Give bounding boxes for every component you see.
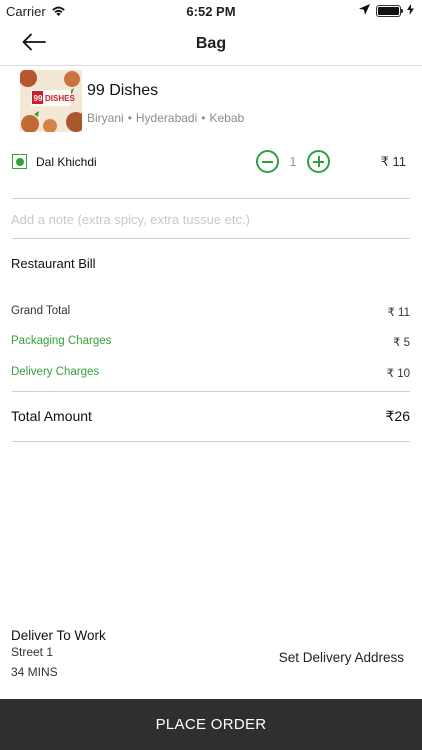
item-name: Dal Khichdi — [36, 155, 97, 169]
increase-quantity-button[interactable] — [307, 150, 330, 173]
divider — [12, 441, 410, 442]
svg-text:DISHES: DISHES — [45, 94, 75, 103]
svg-text:99: 99 — [34, 94, 43, 103]
restaurant-header: 99 DISHES 99 Dishes Biryani • Hyderabadi… — [20, 70, 410, 132]
restaurant-name: 99 Dishes — [87, 82, 159, 99]
total-amount-value: ₹26 — [385, 408, 410, 424]
tag-separator: • — [127, 111, 132, 125]
divider — [12, 198, 410, 199]
delivery-title: Deliver To Work — [11, 628, 106, 643]
delivery-eta: 34 MINS — [11, 665, 58, 679]
tag-separator: • — [201, 111, 206, 125]
place-order-button[interactable]: PLACE ORDER — [0, 699, 422, 750]
bill-value: ₹ 5 — [393, 337, 410, 349]
bill-value: ₹ 11 — [387, 307, 410, 319]
cart-item-row: Dal Khichdi 1 ₹ 11 — [12, 148, 410, 176]
quantity-stepper: 1 — [256, 150, 330, 174]
cuisine-tags: Biryani • Hyderabadi • Kebab — [87, 111, 244, 125]
battery-icon — [376, 4, 403, 17]
nav-bar: Bag — [0, 22, 422, 66]
order-note-input[interactable] — [11, 202, 411, 236]
status-bar: Carrier 6:52 PM — [0, 0, 422, 22]
veg-indicator-icon — [12, 154, 27, 169]
delivery-info: Deliver To Work Street 1 34 MINS — [11, 628, 106, 679]
page-title: Bag — [195, 35, 227, 52]
bill-row-packaging: Packaging Charges ₹ 5 — [11, 335, 410, 355]
cuisine-tag: Kebab — [209, 111, 245, 125]
bill-row-delivery: Delivery Charges ₹ 10 — [11, 366, 410, 386]
restaurant-logo: 99 DISHES — [20, 70, 82, 132]
location-arrow-icon — [359, 3, 370, 18]
item-price: ₹ 11 — [380, 154, 406, 169]
bill-value: ₹ 10 — [386, 368, 410, 380]
total-amount-label: Total Amount — [11, 408, 92, 424]
bill-label: Delivery Charges — [11, 366, 100, 378]
cuisine-tag: Hyderabadi — [135, 111, 198, 125]
bill-row-grand-total: Grand Total ₹ 11 — [11, 305, 410, 325]
delivery-street: Street 1 — [11, 645, 54, 659]
divider — [12, 238, 410, 239]
divider — [12, 391, 410, 392]
status-right — [359, 3, 414, 18]
set-delivery-address-button[interactable]: Set Delivery Address — [279, 650, 404, 665]
charging-bolt-icon — [407, 3, 414, 18]
cuisine-tag: Biryani — [87, 111, 124, 125]
bill-label: Grand Total — [11, 305, 71, 317]
bill-label: Packaging Charges — [11, 335, 112, 347]
bill-heading: Restaurant Bill — [11, 256, 96, 271]
